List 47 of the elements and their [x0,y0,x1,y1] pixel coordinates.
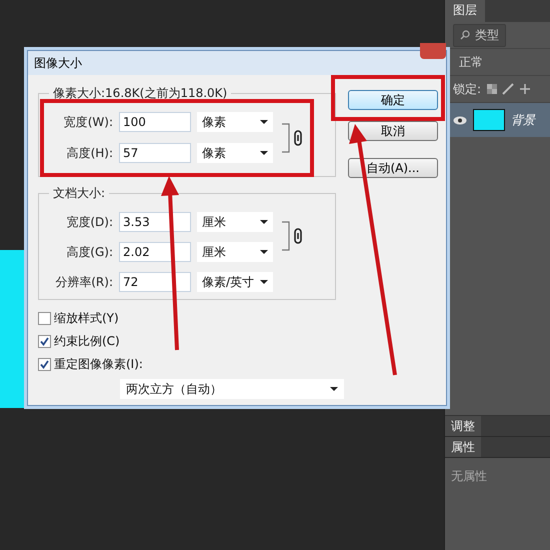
checkbox-label: 重定图像像素(I): [54,356,143,373]
dialog-title: 图像大小 [34,54,82,72]
checkbox[interactable] [38,312,51,325]
dialog-button[interactable]: 确定 [348,90,438,110]
empty-properties-text: 无属性 [450,468,488,485]
input-field[interactable]: 2.02 [119,242,191,262]
field-label: 高度(H): [66,144,113,162]
lock-label: 锁定: [453,80,482,98]
input-field[interactable]: 72 [119,272,191,292]
link-icon[interactable] [281,221,303,251]
layer-name: 背景 [511,112,535,128]
resample-dropdown[interactable]: 两次立方（自动） [120,379,344,399]
unit-dropdown[interactable]: 像素/英寸 [197,272,273,292]
group-legend: 文档大小: [49,185,110,202]
caret-icon [260,250,268,254]
layer-thumbnail [473,109,505,131]
input-field[interactable]: 3.53 [119,212,191,232]
blend-mode-dropdown[interactable]: 正常 [453,54,483,70]
search-icon [460,30,470,40]
caret-icon [260,151,268,155]
input-field[interactable]: 100 [119,112,191,132]
filter-dropdown[interactable]: 类型 [453,24,506,46]
checkbox-label: 约束比例(C) [54,333,120,350]
field-label: 宽度(W): [62,114,113,130]
adjustments-tab[interactable]: 调整 [445,416,481,436]
properties-tab[interactable]: 属性 [445,437,481,457]
eye-icon[interactable] [453,116,467,124]
field-label: 高度(G): [65,244,113,260]
caret-icon [330,387,338,391]
input-field[interactable]: 57 [119,143,191,163]
lock-icons-drawing[interactable] [487,83,532,95]
unit-dropdown[interactable]: 像素 [197,143,273,163]
link-icon[interactable] [281,122,303,152]
field-label: 宽度(D): [65,214,113,230]
unit-dropdown[interactable]: 厘米 [197,212,273,232]
checkbox-label: 缩放样式(Y) [54,310,119,327]
caret-icon [260,280,268,284]
unit-dropdown[interactable]: 像素 [197,112,273,132]
dialog-button[interactable]: 自动(A)... [348,158,438,178]
dialog-button[interactable]: 取消 [348,121,438,141]
caret-icon [260,220,268,224]
layers-tab[interactable]: 图层 [445,0,485,22]
checkbox[interactable] [38,335,51,348]
field-label: 分辨率(R): [54,274,113,290]
caret-icon [260,120,268,124]
unit-dropdown[interactable]: 厘米 [197,242,273,262]
checkbox[interactable] [38,358,51,371]
